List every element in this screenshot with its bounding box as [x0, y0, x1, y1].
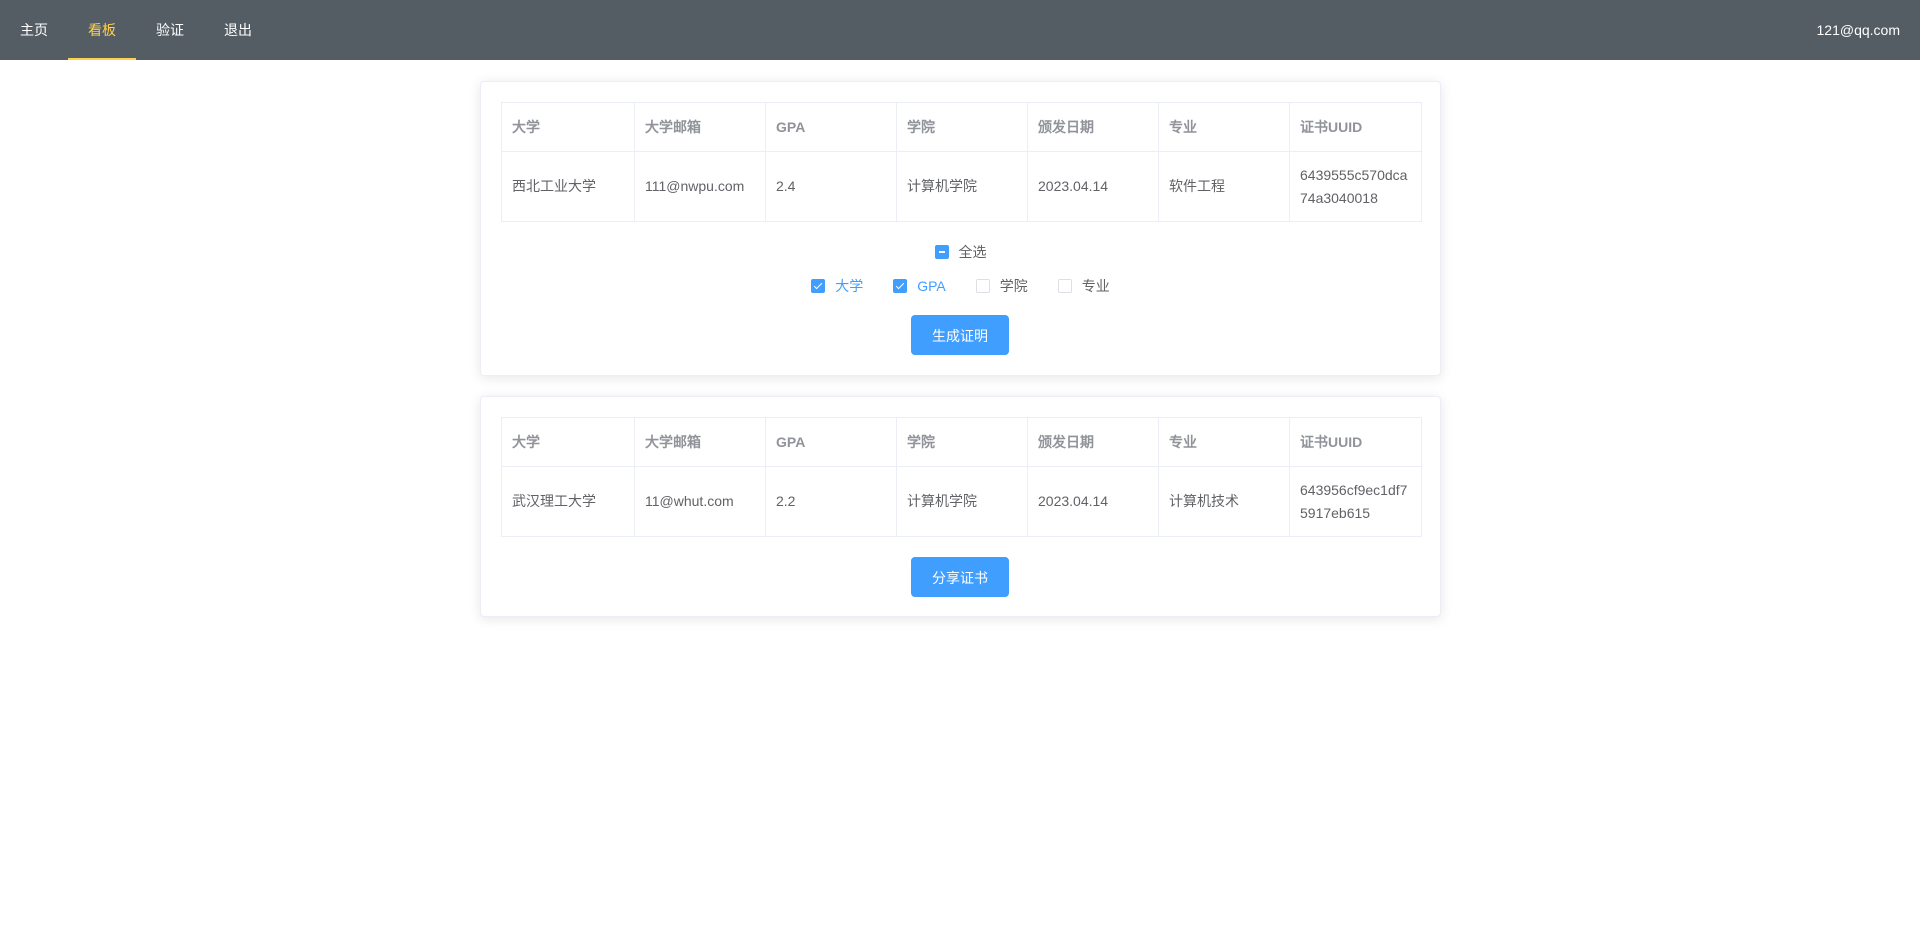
select-all-checkbox[interactable]: 全选 — [934, 242, 987, 262]
top-navbar: 主页 看板 验证 退出 121@qq.com — [0, 0, 1920, 60]
cell-certificate-uuid: 643956cf9ec1df75917eb615 — [1289, 466, 1422, 537]
header-gpa: GPA — [765, 102, 897, 152]
select-all-row: 全选 — [481, 242, 1440, 262]
table-header-row: 大学 大学邮箱 GPA 学院 颁发日期 专业 证书UUID — [501, 102, 1422, 152]
header-certificate-uuid: 证书UUID — [1289, 102, 1422, 152]
checkbox-university[interactable]: 大学 — [811, 276, 863, 296]
nav-item-logout[interactable]: 退出 — [204, 0, 272, 60]
cell-major: 软件工程 — [1158, 151, 1290, 222]
checkbox-college[interactable]: 学院 — [975, 276, 1028, 296]
certificate-table: 大学 大学邮箱 GPA 学院 颁发日期 专业 证书UUID 西北工业大学 111… — [501, 102, 1422, 222]
header-university: 大学 — [501, 417, 635, 467]
header-university: 大学 — [501, 102, 635, 152]
certificate-card-2: 大学 大学邮箱 GPA 学院 颁发日期 专业 证书UUID 武汉理工大学 11@… — [480, 396, 1441, 617]
cell-university-email: 11@whut.com — [634, 466, 766, 537]
table-row: 西北工业大学 111@nwpu.com 2.4 计算机学院 2023.04.14… — [501, 151, 1422, 222]
checkbox-gpa[interactable]: GPA — [893, 276, 946, 296]
checkbox-label: GPA — [917, 278, 946, 294]
checkbox-label: 大学 — [835, 278, 864, 294]
header-issue-date: 颁发日期 — [1027, 417, 1159, 467]
cell-college: 计算机学院 — [896, 151, 1028, 222]
header-university-email: 大学邮箱 — [634, 102, 766, 152]
checkbox-checked-icon — [811, 279, 826, 293]
nav-item-verify[interactable]: 验证 — [136, 0, 204, 60]
nav-item-dashboard[interactable]: 看板 — [68, 0, 136, 60]
header-college: 学院 — [896, 417, 1028, 467]
cell-major: 计算机技术 — [1158, 466, 1290, 537]
cell-certificate-uuid: 6439555c570dca74a3040018 — [1289, 151, 1422, 222]
table-header-row: 大学 大学邮箱 GPA 学院 颁发日期 专业 证书UUID — [501, 417, 1422, 467]
table-row: 武汉理工大学 11@whut.com 2.2 计算机学院 2023.04.14 … — [501, 466, 1422, 537]
certificate-table: 大学 大学邮箱 GPA 学院 颁发日期 专业 证书UUID 武汉理工大学 11@… — [501, 417, 1422, 537]
header-certificate-uuid: 证书UUID — [1289, 417, 1422, 467]
checkbox-label: 专业 — [1081, 278, 1110, 294]
checkbox-unchecked-icon — [1057, 279, 1072, 293]
cell-university-email: 111@nwpu.com — [634, 151, 766, 222]
certificate-card-1: 大学 大学邮箱 GPA 学院 颁发日期 专业 证书UUID 西北工业大学 111… — [480, 81, 1441, 376]
header-major: 专业 — [1158, 102, 1290, 152]
select-all-label: 全选 — [958, 244, 987, 260]
checkbox-unchecked-icon — [975, 279, 990, 293]
generate-proof-button[interactable]: 生成证明 — [911, 315, 1009, 355]
share-certificate-button[interactable]: 分享证书 — [911, 557, 1009, 597]
checkbox-major[interactable]: 专业 — [1057, 276, 1110, 296]
header-university-email: 大学邮箱 — [634, 417, 766, 467]
cell-gpa: 2.4 — [765, 151, 897, 222]
header-major: 专业 — [1158, 417, 1290, 467]
checkbox-label: 学院 — [999, 278, 1028, 294]
header-issue-date: 颁发日期 — [1027, 102, 1159, 152]
nav-item-home[interactable]: 主页 — [0, 0, 68, 60]
header-gpa: GPA — [765, 417, 897, 467]
nav-menu: 主页 看板 验证 退出 — [0, 0, 272, 60]
cell-issue-date: 2023.04.14 — [1027, 151, 1159, 222]
checkbox-checked-icon — [893, 279, 908, 293]
cell-issue-date: 2023.04.14 — [1027, 466, 1159, 537]
checkbox-indeterminate-icon — [934, 245, 949, 259]
cell-university: 武汉理工大学 — [501, 466, 635, 537]
cell-gpa: 2.2 — [765, 466, 897, 537]
cell-college: 计算机学院 — [896, 466, 1028, 537]
cell-university: 西北工业大学 — [501, 151, 635, 222]
user-email: 121@qq.com — [1816, 22, 1900, 38]
field-checkbox-group: 大学 GPA 学院 专业 — [481, 276, 1440, 296]
header-college: 学院 — [896, 102, 1028, 152]
